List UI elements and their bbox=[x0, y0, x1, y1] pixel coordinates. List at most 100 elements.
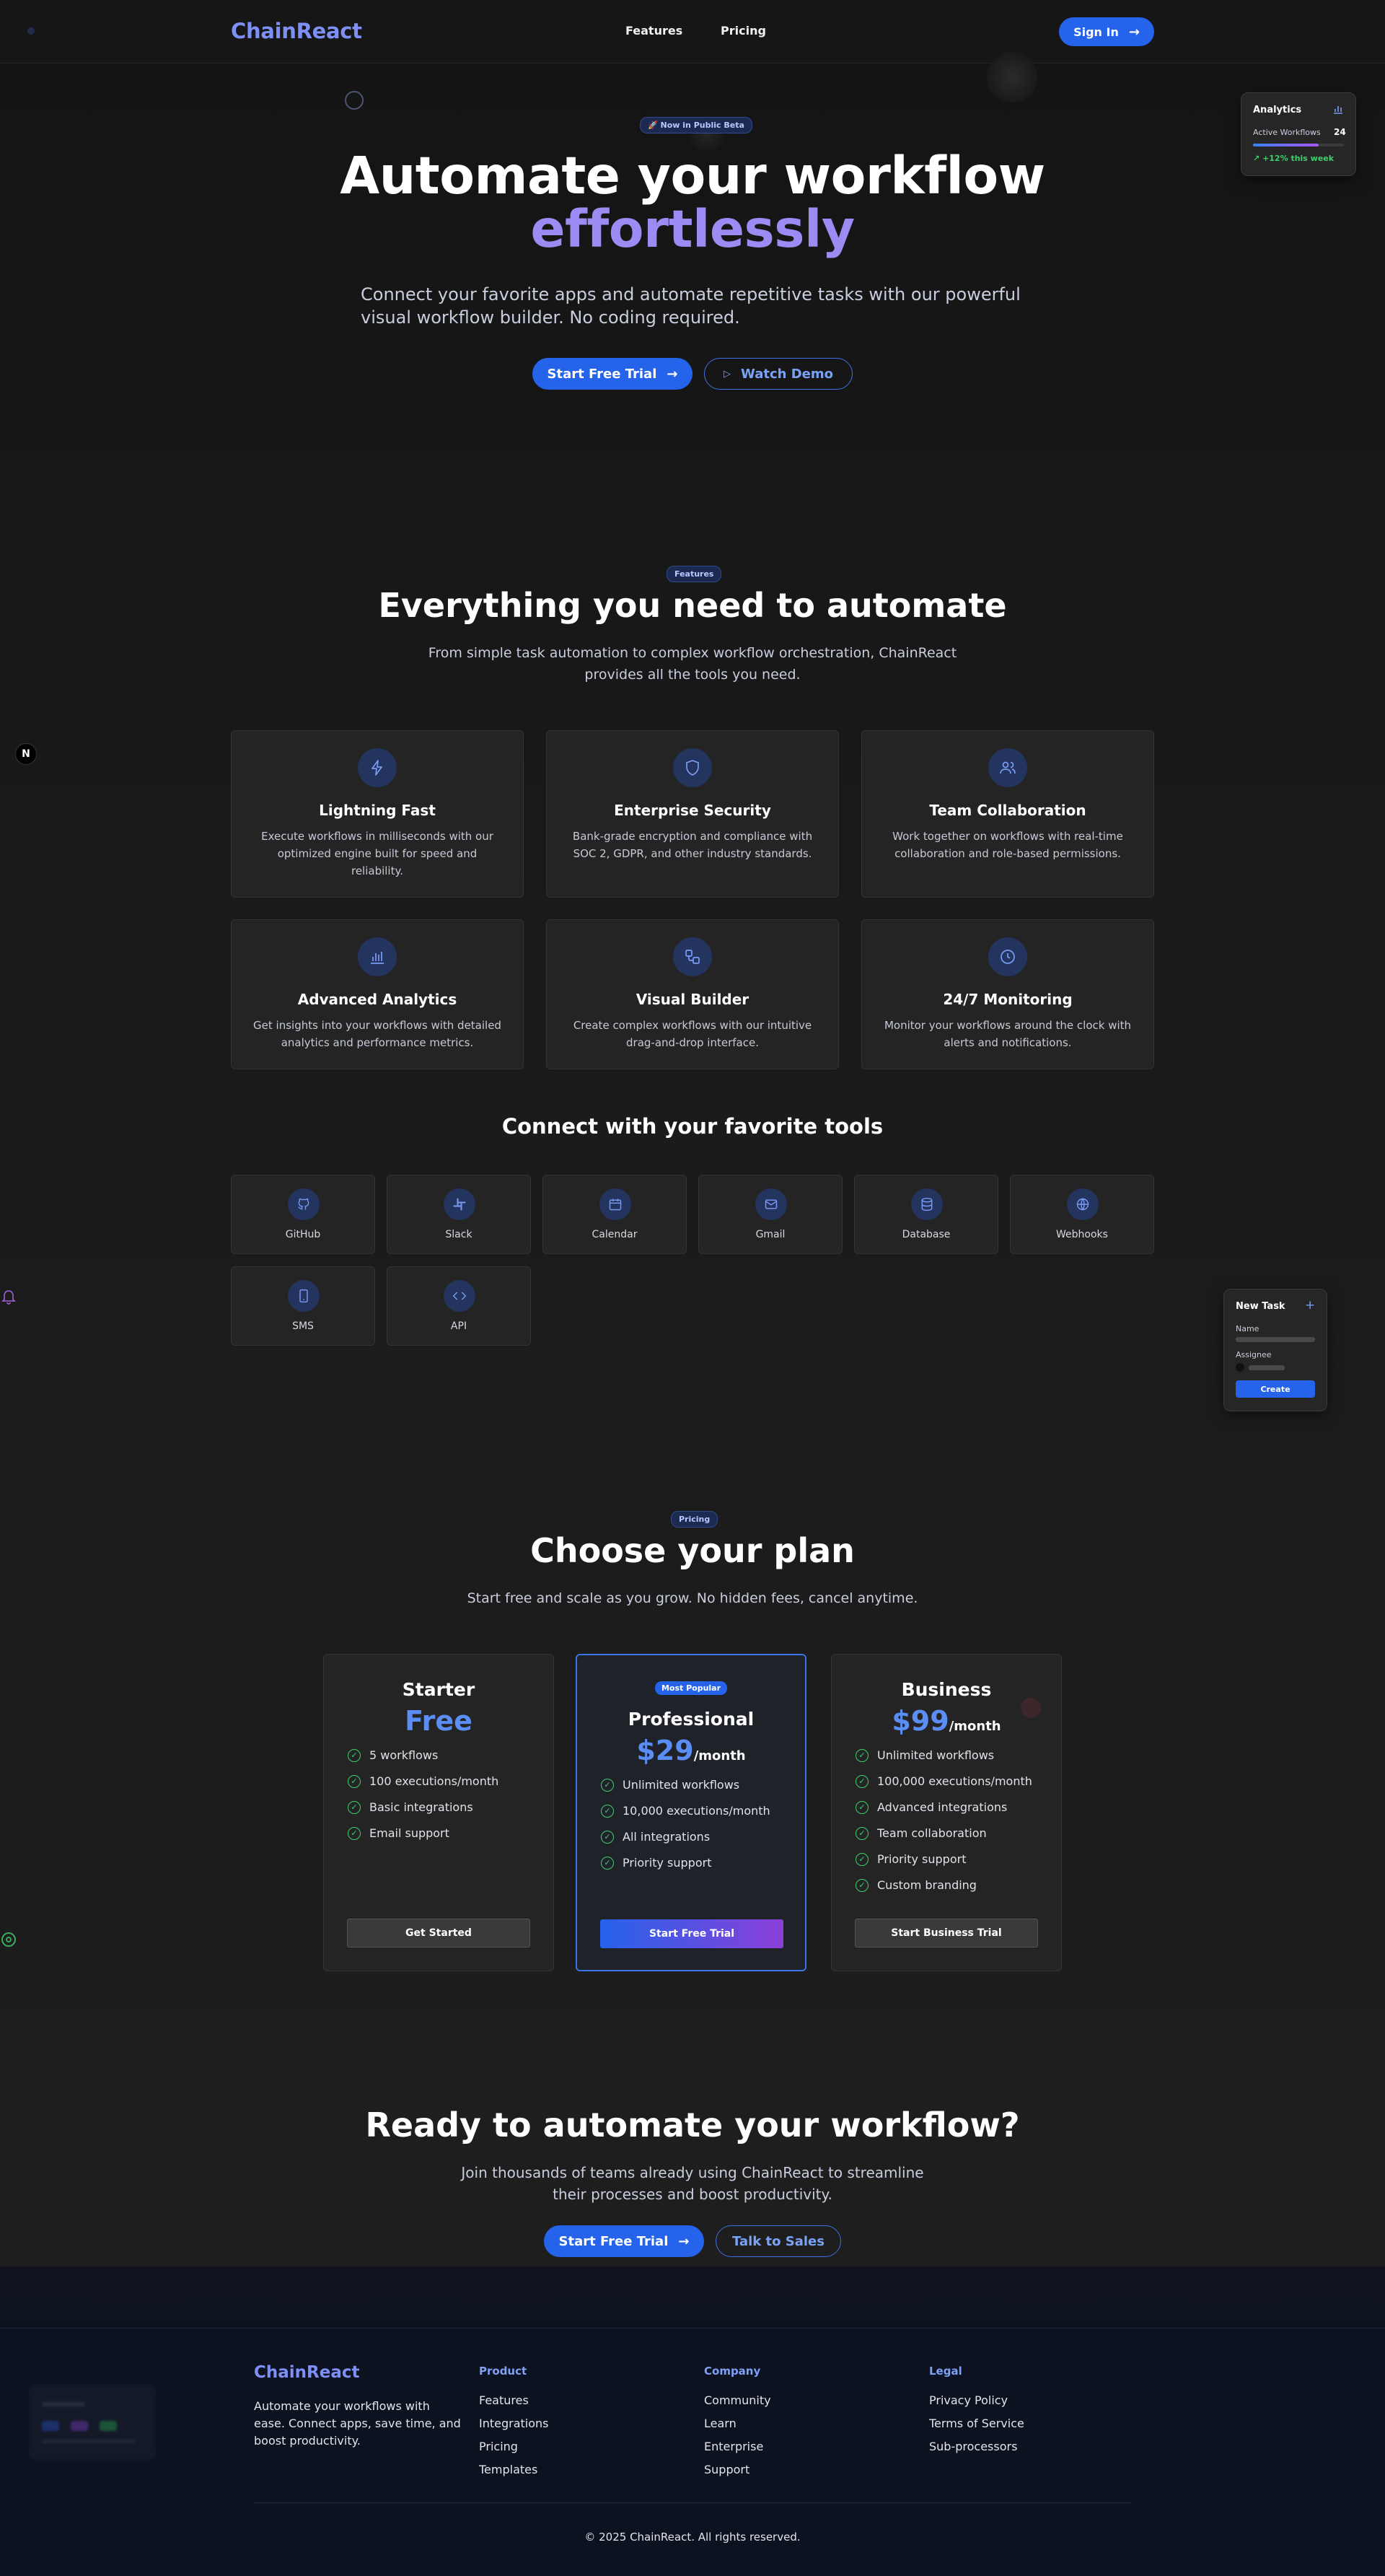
plan-card-professional: Most Popular Professional $29/month ✓ Unl… bbox=[576, 1654, 806, 1971]
arrow-right-icon: → bbox=[1128, 24, 1140, 40]
tool-card-gmail[interactable]: Gmail bbox=[698, 1175, 843, 1254]
plan-card-starter: Starter Free ✓ 5 workflows ✓ 100 executions… bbox=[323, 1654, 554, 1971]
talk-to-sales-button[interactable]: Talk to Sales bbox=[716, 2225, 841, 2257]
calendar-icon bbox=[599, 1188, 631, 1220]
play-icon: ▷ bbox=[724, 368, 731, 380]
sign-in-label: Sign In bbox=[1073, 25, 1119, 39]
plan-name: Starter bbox=[402, 1679, 475, 1700]
check-circle-icon: ✓ bbox=[856, 1878, 869, 1892]
footer-link[interactable]: Integrations bbox=[479, 2417, 549, 2430]
plan-feature-label: Email support bbox=[369, 1826, 449, 1840]
plan-feature: ✓ Basic integrations bbox=[348, 1800, 473, 1814]
check-circle-icon: ✓ bbox=[601, 1830, 614, 1844]
plan-feature-label: 100 executions/month bbox=[369, 1774, 499, 1788]
plan-feature-label: 10,000 executions/month bbox=[623, 1804, 770, 1818]
watch-demo-label: Watch Demo bbox=[741, 366, 833, 382]
tool-card-sms[interactable]: SMS bbox=[231, 1266, 375, 1346]
cta-start-trial-button[interactable]: Start Free Trial → bbox=[544, 2225, 704, 2257]
check-circle-icon: ✓ bbox=[348, 1774, 361, 1788]
features-subtitle-text: From simple task automation to complex w… bbox=[428, 645, 957, 683]
cta-start-trial-label: Start Free Trial bbox=[558, 2233, 669, 2249]
get-started-button[interactable]: Get Started bbox=[347, 1919, 530, 1948]
task-name-field[interactable] bbox=[1236, 1337, 1315, 1342]
footer-link[interactable]: Community bbox=[704, 2393, 771, 2407]
plus-icon[interactable]: + bbox=[1305, 1298, 1315, 1313]
features-title: Everything you need to automate bbox=[378, 586, 1007, 625]
nav-logo[interactable]: ChainReact bbox=[231, 19, 362, 43]
feature-card: 24/7 Monitoring Monitor your workflows ar… bbox=[861, 919, 1154, 1069]
plan-feature-label: 100,000 executions/month bbox=[877, 1774, 1032, 1788]
tool-card-slack[interactable]: Slack bbox=[387, 1175, 531, 1254]
arrow-right-icon: → bbox=[667, 366, 678, 382]
tool-label: API bbox=[450, 1320, 467, 1332]
plan-feature: ✓ 100 executions/month bbox=[348, 1774, 498, 1788]
decorative-orb bbox=[987, 52, 1037, 102]
footer-link[interactable]: Sub-processors bbox=[929, 2440, 1017, 2453]
plan-price: Free bbox=[324, 1705, 553, 1737]
tool-card-api[interactable]: API bbox=[387, 1266, 531, 1346]
footer-link[interactable]: Enterprise bbox=[704, 2440, 763, 2453]
tool-card-webhooks[interactable]: Webhooks bbox=[1010, 1175, 1154, 1254]
footer-link[interactable]: Features bbox=[479, 2393, 529, 2407]
check-circle-icon: ✓ bbox=[856, 1826, 869, 1840]
start-business-trial-button[interactable]: Start Business Trial bbox=[855, 1919, 1038, 1948]
sign-in-button[interactable]: Sign In → bbox=[1059, 17, 1154, 46]
notion-icon: N bbox=[15, 743, 37, 765]
hero-start-trial-button[interactable]: Start Free Trial → bbox=[532, 358, 692, 390]
footer-link[interactable]: Pricing bbox=[479, 2440, 518, 2453]
footer-divider bbox=[254, 2502, 1131, 2503]
plan-feature-label: Custom branding bbox=[877, 1878, 977, 1892]
talk-to-sales-label: Talk to Sales bbox=[732, 2233, 825, 2249]
footer-heading: Company bbox=[704, 2365, 761, 2378]
tool-card-calendar[interactable]: Calendar bbox=[542, 1175, 687, 1254]
tool-label: SMS bbox=[292, 1320, 314, 1332]
database-icon bbox=[911, 1188, 943, 1220]
hero-subtitle-text: Connect your favorite apps and automate … bbox=[361, 284, 1021, 328]
create-task-label: Create bbox=[1260, 1384, 1291, 1394]
tool-label: Gmail bbox=[755, 1229, 786, 1240]
tool-label: Webhooks bbox=[1056, 1229, 1108, 1240]
tool-label: GitHub bbox=[285, 1229, 321, 1240]
nav-link-features[interactable]: Features bbox=[625, 24, 682, 38]
feature-title: Team Collaboration bbox=[929, 802, 1086, 819]
footer-link[interactable]: Terms of Service bbox=[929, 2417, 1024, 2430]
feature-card: Lightning Fast Execute workflows in milli… bbox=[231, 730, 524, 898]
watch-demo-button[interactable]: ▷ Watch Demo bbox=[704, 358, 853, 390]
footer-link[interactable]: Support bbox=[704, 2463, 749, 2476]
plan-feature: ✓ Unlimited workflows bbox=[601, 1778, 739, 1792]
plan-feature-label: Basic integrations bbox=[369, 1800, 473, 1814]
pro-start-trial-button[interactable]: Start Free Trial bbox=[600, 1919, 783, 1948]
footer-link[interactable]: Templates bbox=[479, 2463, 537, 2476]
tool-card-database[interactable]: Database bbox=[854, 1175, 998, 1254]
create-task-button[interactable]: Create bbox=[1236, 1380, 1315, 1398]
new-task-title: New Task bbox=[1236, 1301, 1285, 1312]
plan-feature: ✓ 5 workflows bbox=[348, 1748, 438, 1762]
task-assignee-field[interactable] bbox=[1249, 1365, 1285, 1370]
check-circle-icon: ✓ bbox=[856, 1774, 869, 1788]
plan-feature: ✓ Priority support bbox=[856, 1852, 966, 1866]
nav-link-pricing[interactable]: Pricing bbox=[721, 24, 766, 38]
tool-card-github[interactable]: GitHub bbox=[231, 1175, 375, 1254]
plan-card-business: Business $99/month ✓ Unlimited workflows ✓… bbox=[831, 1654, 1062, 1971]
plan-feature: ✓ Advanced integrations bbox=[856, 1800, 1007, 1814]
pricing-title: Choose your plan bbox=[530, 1531, 855, 1570]
start-business-trial-label: Start Business Trial bbox=[891, 1927, 1002, 1939]
hero-subtitle: Connect your favorite apps and automate … bbox=[0, 283, 1385, 329]
plan-price-period: /month bbox=[693, 1748, 746, 1764]
plan-feature-label: Advanced integrations bbox=[877, 1800, 1008, 1814]
footer-logo[interactable]: ChainReact bbox=[254, 2363, 360, 2382]
hero-start-trial-label: Start Free Trial bbox=[547, 366, 657, 382]
bar-chart-icon bbox=[1332, 103, 1344, 118]
users-icon bbox=[988, 748, 1027, 787]
footer-link[interactable]: Learn bbox=[704, 2417, 737, 2430]
plan-name: Professional bbox=[628, 1709, 755, 1730]
feature-card: Enterprise Security Bank-grade encryption… bbox=[546, 730, 839, 898]
bell-icon bbox=[1, 1289, 16, 1307]
plan-feature: ✓ 100,000 executions/month bbox=[856, 1774, 1032, 1788]
hero-title: Automate your workflow bbox=[340, 146, 1045, 206]
check-circle-icon: ✓ bbox=[601, 1778, 614, 1792]
feature-title: Visual Builder bbox=[636, 991, 749, 1008]
plan-feature-label: All integrations bbox=[623, 1830, 711, 1844]
active-workflows-label: Active Workflows bbox=[1253, 128, 1321, 137]
footer-link[interactable]: Privacy Policy bbox=[929, 2393, 1008, 2407]
